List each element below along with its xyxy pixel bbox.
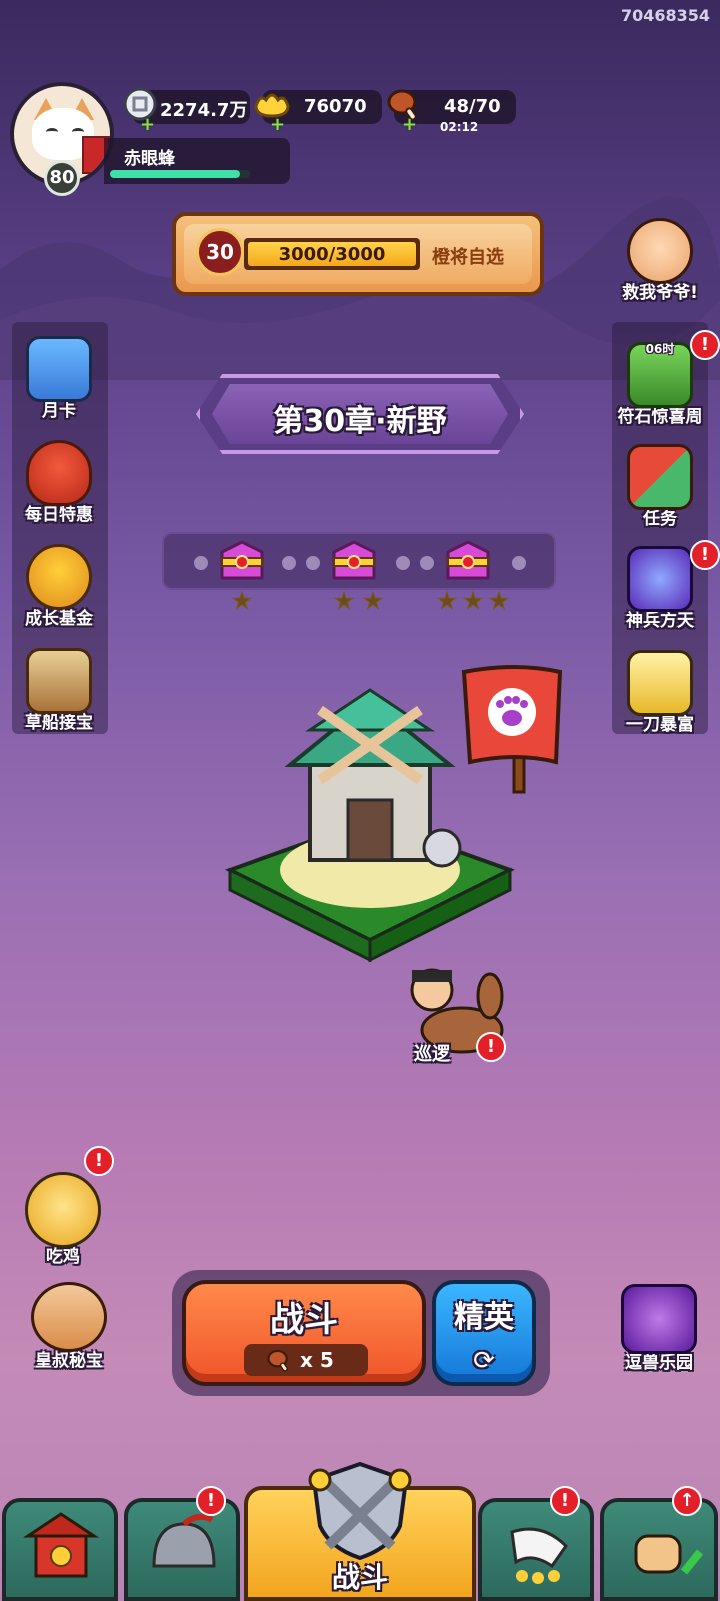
refresh-icon: ⟳ xyxy=(473,1346,495,1376)
crossed-swords-shield-icon xyxy=(308,1461,412,1560)
menu-uncle-treasure[interactable]: 皇叔秘宝 xyxy=(14,1282,124,1371)
progress-dot xyxy=(306,556,320,570)
progress-dot xyxy=(194,556,208,570)
silver-add-icon[interactable]: + xyxy=(140,116,155,134)
rescue-grandpa-icon xyxy=(627,218,693,284)
player-id: 70468354 xyxy=(620,6,710,25)
progress-dot xyxy=(282,556,296,570)
star-icon xyxy=(231,590,253,611)
gold-add-icon[interactable]: + xyxy=(270,116,285,134)
star-icon xyxy=(333,590,355,611)
nav-tab-heroes[interactable] xyxy=(124,1498,240,1601)
progress-dot xyxy=(396,556,410,570)
progress-dot xyxy=(512,556,526,570)
menu-slash-fortune[interactable]: 一刀暴富 xyxy=(605,650,715,735)
star-icon xyxy=(488,590,510,611)
banner-level-badge: 30 xyxy=(196,228,244,276)
menu-straw-boat[interactable]: 草船接宝 xyxy=(4,648,114,733)
rune-week-alert-icon: ! xyxy=(690,330,720,360)
chapter-title[interactable]: 第30章·新野 xyxy=(196,396,524,440)
elite-button-label: 精英 xyxy=(454,1300,514,1335)
enemy-paw-flag[interactable] xyxy=(456,652,568,802)
battle-button-label: 战斗 xyxy=(270,1300,338,1340)
straw-boat-icon xyxy=(26,648,92,714)
level-badge: 80 xyxy=(44,160,80,196)
stamina-value: 48/70 xyxy=(444,96,501,117)
menu-beast-park[interactable]: 逗兽乐园 xyxy=(604,1284,714,1373)
battle-cost-text: x 5 xyxy=(300,1348,334,1372)
xp-bar-fill xyxy=(110,170,241,178)
eat-chicken-icon xyxy=(25,1172,101,1248)
month-card-icon xyxy=(26,336,92,402)
patrol-label: 巡逻 xyxy=(414,1044,450,1065)
menu-eat-chicken[interactable]: 吃鸡 xyxy=(8,1172,118,1267)
progress-dot xyxy=(420,556,434,570)
nav-tab-city[interactable] xyxy=(2,1498,118,1601)
divine-weapon-alert-icon: ! xyxy=(690,540,720,570)
heroes-alert-icon: ! xyxy=(196,1486,226,1516)
beast-park-icon xyxy=(621,1284,697,1354)
star-chest-1-icon[interactable] xyxy=(216,538,268,586)
stamina-timer: 02:12 xyxy=(440,120,479,134)
power-fist-icon xyxy=(634,1534,704,1575)
star-icon xyxy=(362,590,384,611)
meat-drumstick-icon xyxy=(267,1349,288,1372)
star-icon xyxy=(436,590,458,611)
star-chest-2-icon[interactable] xyxy=(328,538,380,586)
stamina-add-icon[interactable]: + xyxy=(402,116,417,134)
menu-growth-fund[interactable]: 成长基金 xyxy=(4,544,114,629)
growth-fund-icon xyxy=(26,544,92,610)
slash-fortune-icon xyxy=(627,650,693,716)
power-upgrade-alert-icon: ↑ xyxy=(672,1486,702,1516)
uncle-treasure-icon xyxy=(31,1282,107,1352)
divine-weapon-icon xyxy=(627,546,693,612)
events-alert-icon: ! xyxy=(550,1486,580,1516)
player-name: 赤眼蜂 xyxy=(124,149,175,169)
helmet-icon xyxy=(152,1513,216,1568)
menu-month-card[interactable]: 月卡 xyxy=(4,336,114,421)
progress-text: 3000/3000 xyxy=(278,244,386,265)
task-scroll-icon xyxy=(627,444,693,510)
rune-week-timer-badge: 06时 xyxy=(645,342,675,356)
silver-value: 2274.7万 xyxy=(160,100,248,121)
daily-deal-bag-icon xyxy=(26,440,92,506)
menu-daily-deal[interactable]: 每日特惠 xyxy=(4,440,114,525)
city-gate-icon xyxy=(23,1512,99,1578)
menu-task[interactable]: 任务 xyxy=(605,444,715,529)
nav-tab-events[interactable] xyxy=(478,1498,594,1601)
menu-rescue-grandpa[interactable]: 救我爷爷! xyxy=(605,218,715,303)
orange-general-select-label: 橙将自选 xyxy=(432,247,504,268)
patrol-alert-icon: ! xyxy=(476,1032,506,1062)
nav-battle-label: 战斗 xyxy=(331,1561,388,1594)
star-chest-3-icon[interactable] xyxy=(442,538,494,586)
horn-cards-icon xyxy=(510,1527,568,1584)
gold-value: 76070 xyxy=(304,96,367,117)
eat-chicken-alert-icon: ! xyxy=(84,1146,114,1176)
star-icon xyxy=(462,590,484,611)
nav-tab-power[interactable] xyxy=(600,1498,718,1601)
